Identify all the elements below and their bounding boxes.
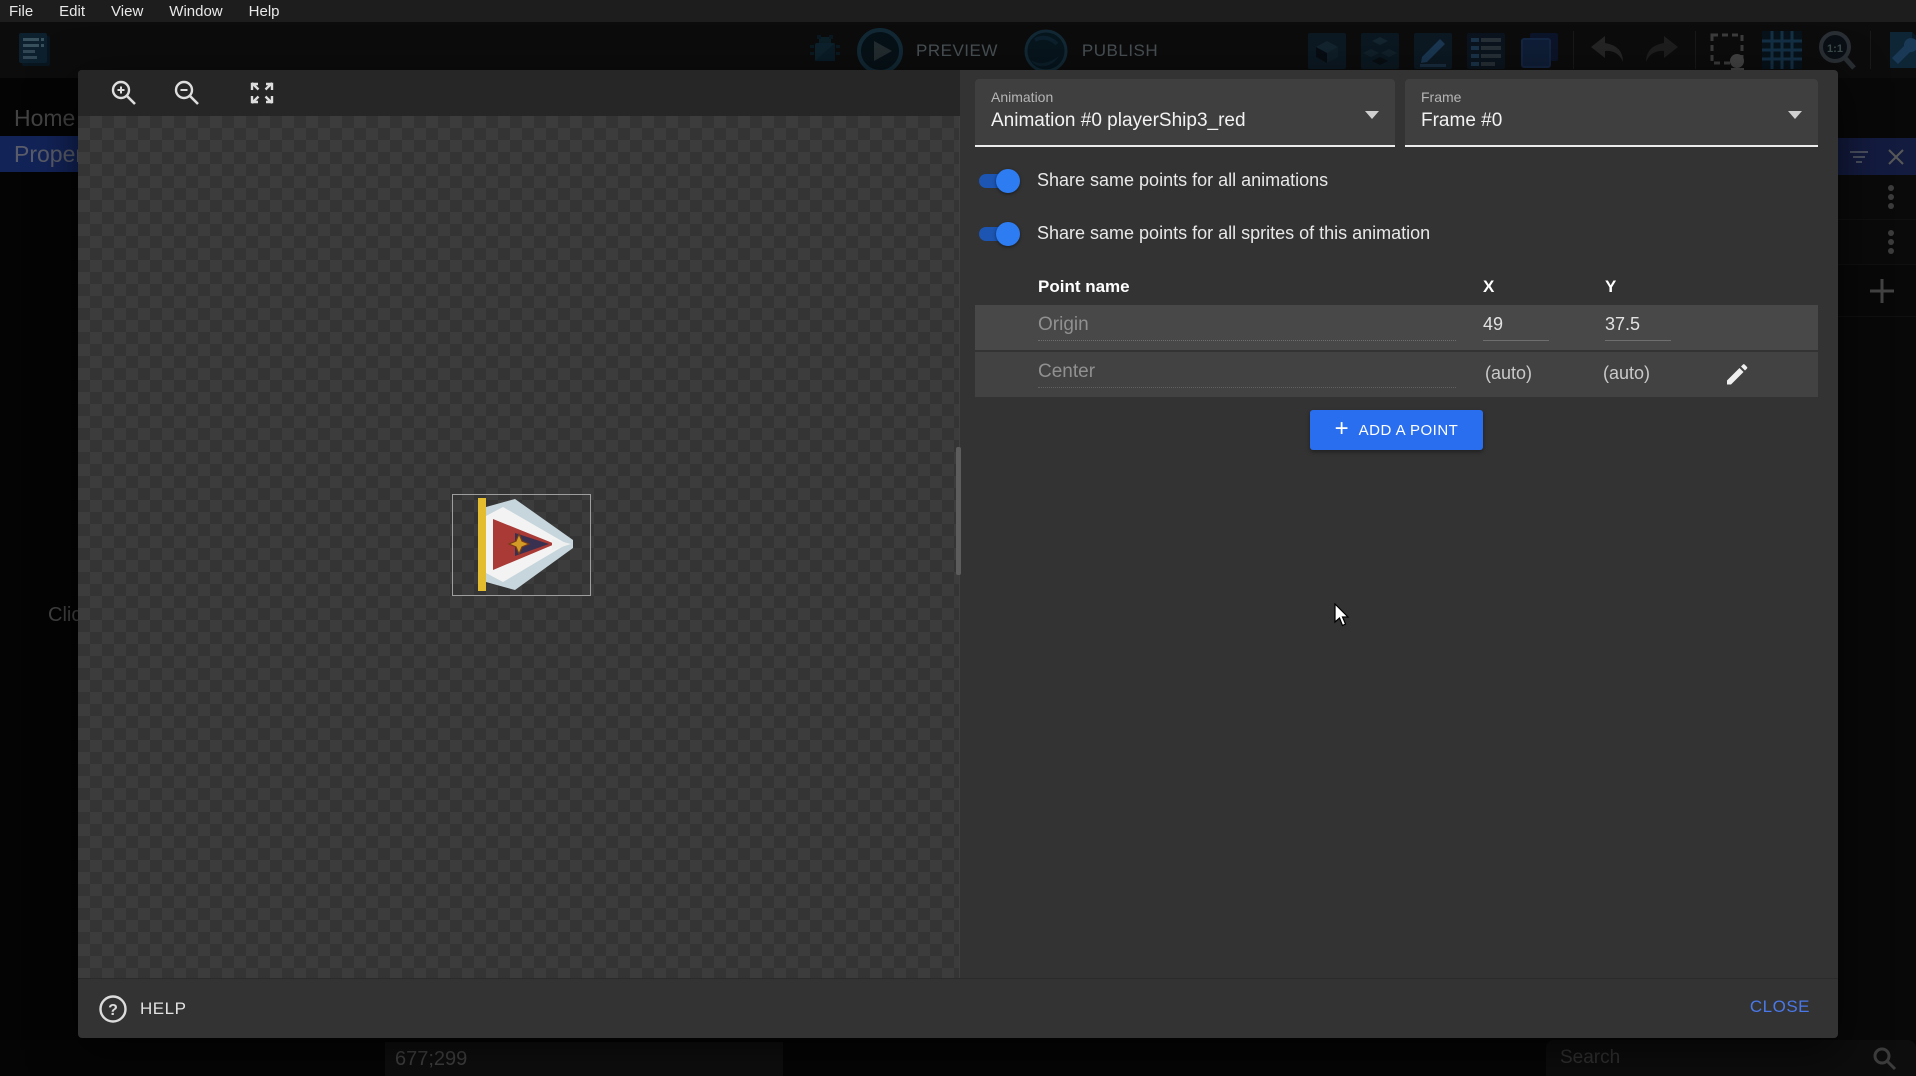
close-button[interactable]: CLOSE [1750, 997, 1810, 1017]
menu-help[interactable]: Help [249, 3, 280, 20]
center-x-value: (auto) [1485, 363, 1532, 384]
share-points-sprites-toggle[interactable] [975, 221, 1020, 247]
points-table-header: Point name X Y [975, 269, 1818, 305]
origin-x-field[interactable]: 49 [1483, 314, 1549, 341]
menu-bar: File Edit View Window Help [0, 0, 1916, 22]
dialog-footer: ? HELP CLOSE [78, 978, 1838, 1038]
help-button[interactable]: ? HELP [98, 994, 186, 1024]
menu-edit[interactable]: Edit [59, 3, 85, 20]
frame-dropdown-value: Frame #0 [1421, 110, 1804, 132]
zoom-in-icon[interactable] [110, 79, 138, 107]
center-y-value: (auto) [1603, 363, 1650, 384]
fit-to-screen-icon[interactable] [248, 79, 276, 107]
add-a-point-button[interactable]: + ADD A POINT [1310, 410, 1483, 450]
share-points-animations-row: Share same points for all animations [975, 167, 1328, 194]
y-header: Y [1605, 277, 1616, 297]
pencil-icon [1723, 360, 1751, 388]
chevron-down-icon [1788, 111, 1802, 119]
panel-resize-handle[interactable] [956, 447, 961, 575]
table-row-center[interactable]: Center (auto) (auto) [975, 352, 1818, 397]
edit-points-dialog: Animation Animation #0 playerShip3_red F… [78, 70, 1838, 1038]
help-icon: ? [98, 994, 128, 1024]
zoom-out-icon[interactable] [173, 79, 201, 107]
frame-dropdown[interactable]: Frame Frame #0 [1405, 79, 1818, 147]
animation-dropdown-value: Animation #0 playerShip3_red [991, 110, 1381, 132]
edit-center-point-button[interactable] [1723, 360, 1753, 390]
plus-icon: + [1335, 417, 1349, 441]
animation-dropdown[interactable]: Animation Animation #0 playerShip3_red [975, 79, 1395, 147]
chevron-down-icon [1365, 111, 1379, 119]
canvas-toolbar [78, 70, 960, 116]
player-ship-sprite [453, 495, 590, 595]
help-label: HELP [140, 999, 186, 1019]
animation-dropdown-label: Animation [991, 89, 1381, 105]
center-name-field[interactable]: Center [1038, 361, 1456, 388]
point-name-header: Point name [1038, 277, 1130, 297]
add-a-point-label: ADD A POINT [1359, 422, 1459, 439]
svg-text:?: ? [108, 1002, 118, 1019]
menu-file[interactable]: File [9, 3, 33, 20]
share-points-animations-toggle[interactable] [975, 168, 1020, 194]
share-points-sprites-row: Share same points for all sprites of thi… [975, 220, 1430, 247]
share-points-sprites-label: Share same points for all sprites of thi… [1037, 223, 1430, 244]
origin-name-field[interactable]: Origin [1038, 314, 1456, 341]
frame-dropdown-label: Frame [1421, 89, 1804, 105]
x-header: X [1483, 277, 1494, 297]
toggle-thumb [996, 222, 1020, 246]
menu-view[interactable]: View [111, 3, 143, 20]
menu-window[interactable]: Window [169, 3, 222, 20]
table-row-origin[interactable]: Origin 49 37.5 [975, 305, 1818, 350]
sprite-bounding-box[interactable] [452, 494, 591, 596]
share-points-animations-label: Share same points for all animations [1037, 170, 1328, 191]
toggle-thumb [996, 169, 1020, 193]
origin-y-field[interactable]: 37.5 [1605, 314, 1671, 341]
points-table: Point name X Y Origin 49 37.5 Center (au… [975, 269, 1818, 399]
